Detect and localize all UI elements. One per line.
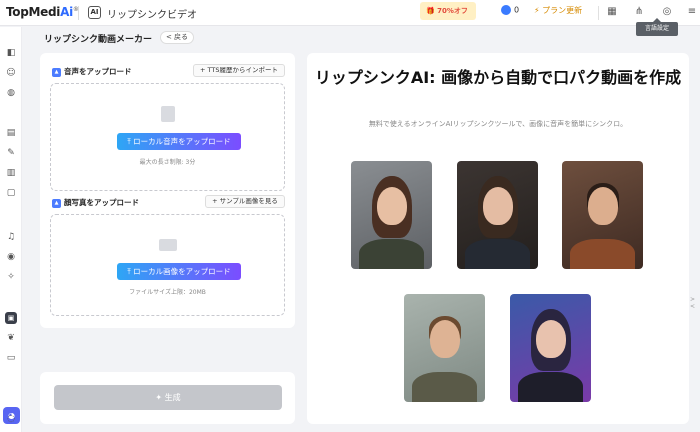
page-title: リップシンク動画メーカー (44, 35, 153, 45)
sidebar-item-chat-icon[interactable]: ◌ (5, 413, 17, 425)
sidebar-item-disc-icon[interactable]: ◉ (5, 251, 17, 263)
upload-image-button[interactable]: ⤒ ローカル画像をアップロード (117, 263, 241, 280)
audio-section-label: ▲ 音声をアップロード (52, 66, 132, 77)
app-logo[interactable]: TopMediAi® (6, 5, 79, 19)
portrait-body (465, 239, 530, 269)
sample-image-button[interactable]: + サンプル画像を見る (205, 195, 285, 208)
audio-file-icon (160, 106, 175, 122)
portrait-body (570, 239, 635, 269)
app-title: リップシンクビデオ (107, 10, 197, 21)
lightning-icon: ⚡ (534, 6, 540, 15)
sample-portrait-man-1[interactable] (562, 161, 643, 269)
coin-icon (501, 5, 511, 15)
sidebar-item-folder-icon[interactable]: ▭ (5, 352, 17, 364)
portrait-face (535, 319, 566, 358)
divider (598, 6, 599, 20)
tts-import-button[interactable]: + TTS履歴からインポート (193, 64, 285, 77)
sidebar-item-mic-icon[interactable]: ◧ (5, 47, 17, 59)
sample-portrait-woman-2[interactable] (457, 161, 538, 269)
photo-dropzone[interactable]: ⤒ ローカル画像をアップロード ファイルサイズ上限：20MB (50, 214, 285, 316)
language-tooltip: 言語設定 (636, 18, 678, 36)
sidebar-item-note-icon[interactable]: ▢ (5, 187, 17, 199)
sample-portrait-woman-1[interactable] (351, 161, 432, 269)
photo-section-label: ▲ 顔写真をアップロード (52, 197, 139, 208)
globe-icon[interactable]: ◎ (659, 4, 675, 20)
expand-arrow-icon[interactable]: >< (690, 296, 700, 310)
generate-button[interactable]: ✦ 生成 (54, 385, 282, 410)
ai-badge-icon: AI (88, 6, 101, 19)
upload-audio-button[interactable]: ⤒ ローカル音声をアップロード (117, 133, 241, 150)
credit-counter[interactable]: 0 (501, 5, 519, 15)
back-button[interactable]: < 戻る (160, 31, 194, 44)
audio-dropzone[interactable]: ⤒ ローカル音声をアップロード 最大の長さ制限: 3分 (50, 83, 285, 191)
showcase-panel: リップシンクAI: 画像から自動で口パク動画を作成 無料で使えるオンラインAIリ… (307, 53, 689, 424)
main-subtitle: 無料で使えるオンラインAIリップシンクツールで、画像に音声を簡単にシンクロ。 (368, 120, 628, 128)
sidebar-item-leaf-icon[interactable]: ❦ (5, 332, 17, 344)
portrait-body (412, 372, 477, 402)
portrait-face (587, 186, 618, 225)
promo-banner[interactable]: 🎁 70%オフ (420, 2, 476, 20)
sidebar: ◧ ☺ ◍ ▤ ✎ ▥ ▢ ♫ ◉ ✧ ▣ ❦ ▭ ◕ ◌ (0, 27, 22, 432)
sidebar-item-face-icon[interactable]: ☺ (5, 67, 17, 79)
sidebar-item-music-icon[interactable]: ♫ (5, 231, 17, 243)
audio-length-hint: 最大の長さ制限: 3分 (139, 159, 196, 166)
portrait-face (482, 186, 513, 225)
sample-portrait-man-2[interactable] (404, 294, 485, 402)
sidebar-item-lipsync-icon[interactable]: ▣ (5, 312, 17, 324)
generate-panel: ✦ 生成 (40, 372, 295, 424)
main-headline: リップシンクAI: 画像から自動で口パク動画を作成 (314, 68, 682, 87)
sidebar-item-user-icon[interactable]: ◍ (5, 87, 17, 99)
sidebar-item-tool-icon[interactable]: ✧ (5, 271, 17, 283)
sidebar-item-edit-icon[interactable]: ✎ (5, 147, 17, 159)
plan-upgrade-button[interactable]: ⚡ プラン更新 (534, 5, 582, 16)
portrait-body (359, 239, 424, 269)
share-nodes-icon[interactable]: ⋔ (631, 4, 647, 20)
upload-panel: ▲ 音声をアップロード + TTS履歴からインポート ⤒ ローカル音声をアップロー… (40, 53, 295, 328)
calendar-icon[interactable]: ▦ (604, 4, 620, 20)
top-bar: TopMediAi® AI リップシンクビデオ 🎁 70%オフ 0 ⚡ プラン更… (0, 0, 700, 36)
menu-icon[interactable]: ≡ (684, 4, 700, 20)
portrait-face (429, 319, 460, 358)
portrait-face (376, 186, 407, 225)
sample-portrait-woman-3[interactable] (510, 294, 591, 402)
audio-upload-icon: ▲ (52, 67, 61, 77)
sidebar-item-clipboard-icon[interactable]: ▥ (5, 167, 17, 179)
portrait-body (518, 372, 583, 402)
gift-icon: 🎁 (426, 7, 435, 15)
photo-upload-icon: ▲ (52, 198, 61, 208)
divider (78, 6, 79, 20)
file-size-hint: ファイルサイズ上限：20MB (129, 289, 206, 296)
sidebar-item-document-icon[interactable]: ▤ (5, 127, 17, 139)
image-file-icon (158, 239, 177, 251)
